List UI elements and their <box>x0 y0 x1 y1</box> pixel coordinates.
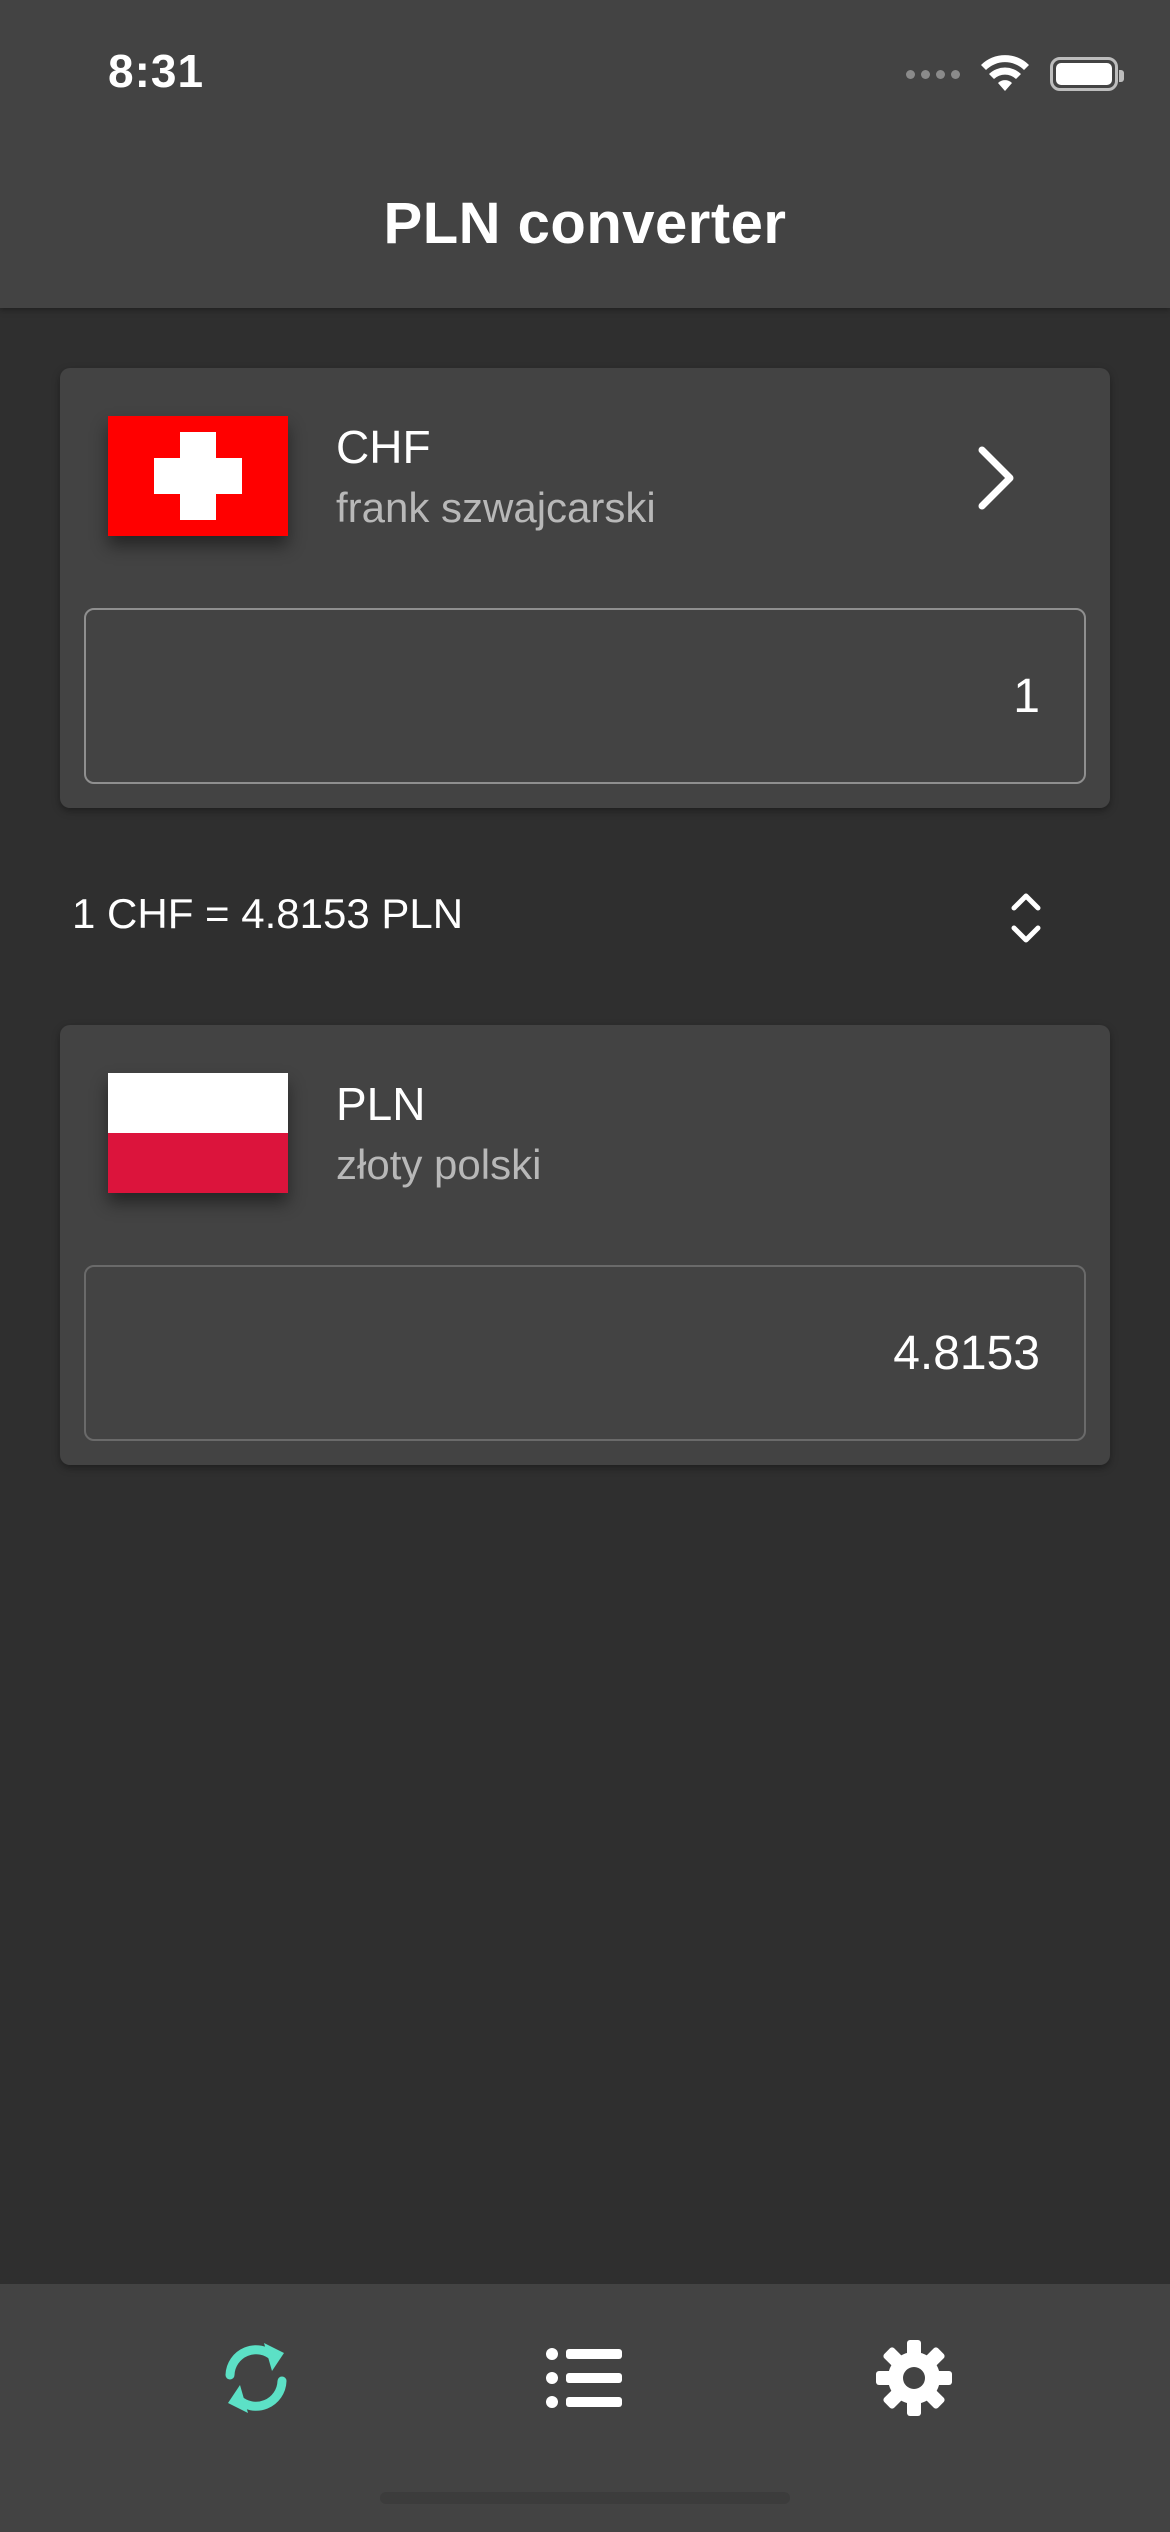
chevron-right-icon[interactable] <box>976 446 1016 510</box>
to-currency-card: PLN złoty polski <box>60 1025 1110 1465</box>
battery-icon <box>1050 57 1124 91</box>
page-title: PLN converter <box>383 191 787 256</box>
nav-convert-button[interactable] <box>196 2320 316 2440</box>
list-icon <box>544 2346 624 2415</box>
refresh-icon <box>218 2335 294 2426</box>
swiss-flag-icon <box>108 416 288 536</box>
gear-icon <box>874 2338 954 2423</box>
exchange-rate-text: 1 CHF = 4.8153 PLN <box>72 890 464 937</box>
to-currency-code: PLN <box>336 1078 426 1130</box>
from-currency-code: CHF <box>336 421 431 473</box>
to-amount-field[interactable] <box>84 1265 1086 1441</box>
wifi-icon <box>980 55 1030 93</box>
nav-list-button[interactable] <box>524 2320 644 2440</box>
swap-currencies-icon[interactable] <box>1006 886 1046 950</box>
to-currency-name: złoty polski <box>336 1141 542 1188</box>
from-amount-input[interactable] <box>84 608 1086 784</box>
app-screen: 8:31 PLN converter CHF frank szwajcarski <box>0 0 1170 2532</box>
top-bar: 8:31 PLN converter <box>0 0 1170 308</box>
status-icons <box>906 52 1124 96</box>
nav-settings-button[interactable] <box>854 2320 974 2440</box>
status-time: 8:31 <box>108 45 205 97</box>
from-currency-name: frank szwajcarski <box>336 484 656 531</box>
polish-flag-icon <box>108 1073 288 1193</box>
cellular-signal-icon <box>906 69 960 79</box>
home-indicator <box>380 2492 790 2504</box>
from-currency-card: CHF frank szwajcarski <box>60 368 1110 808</box>
